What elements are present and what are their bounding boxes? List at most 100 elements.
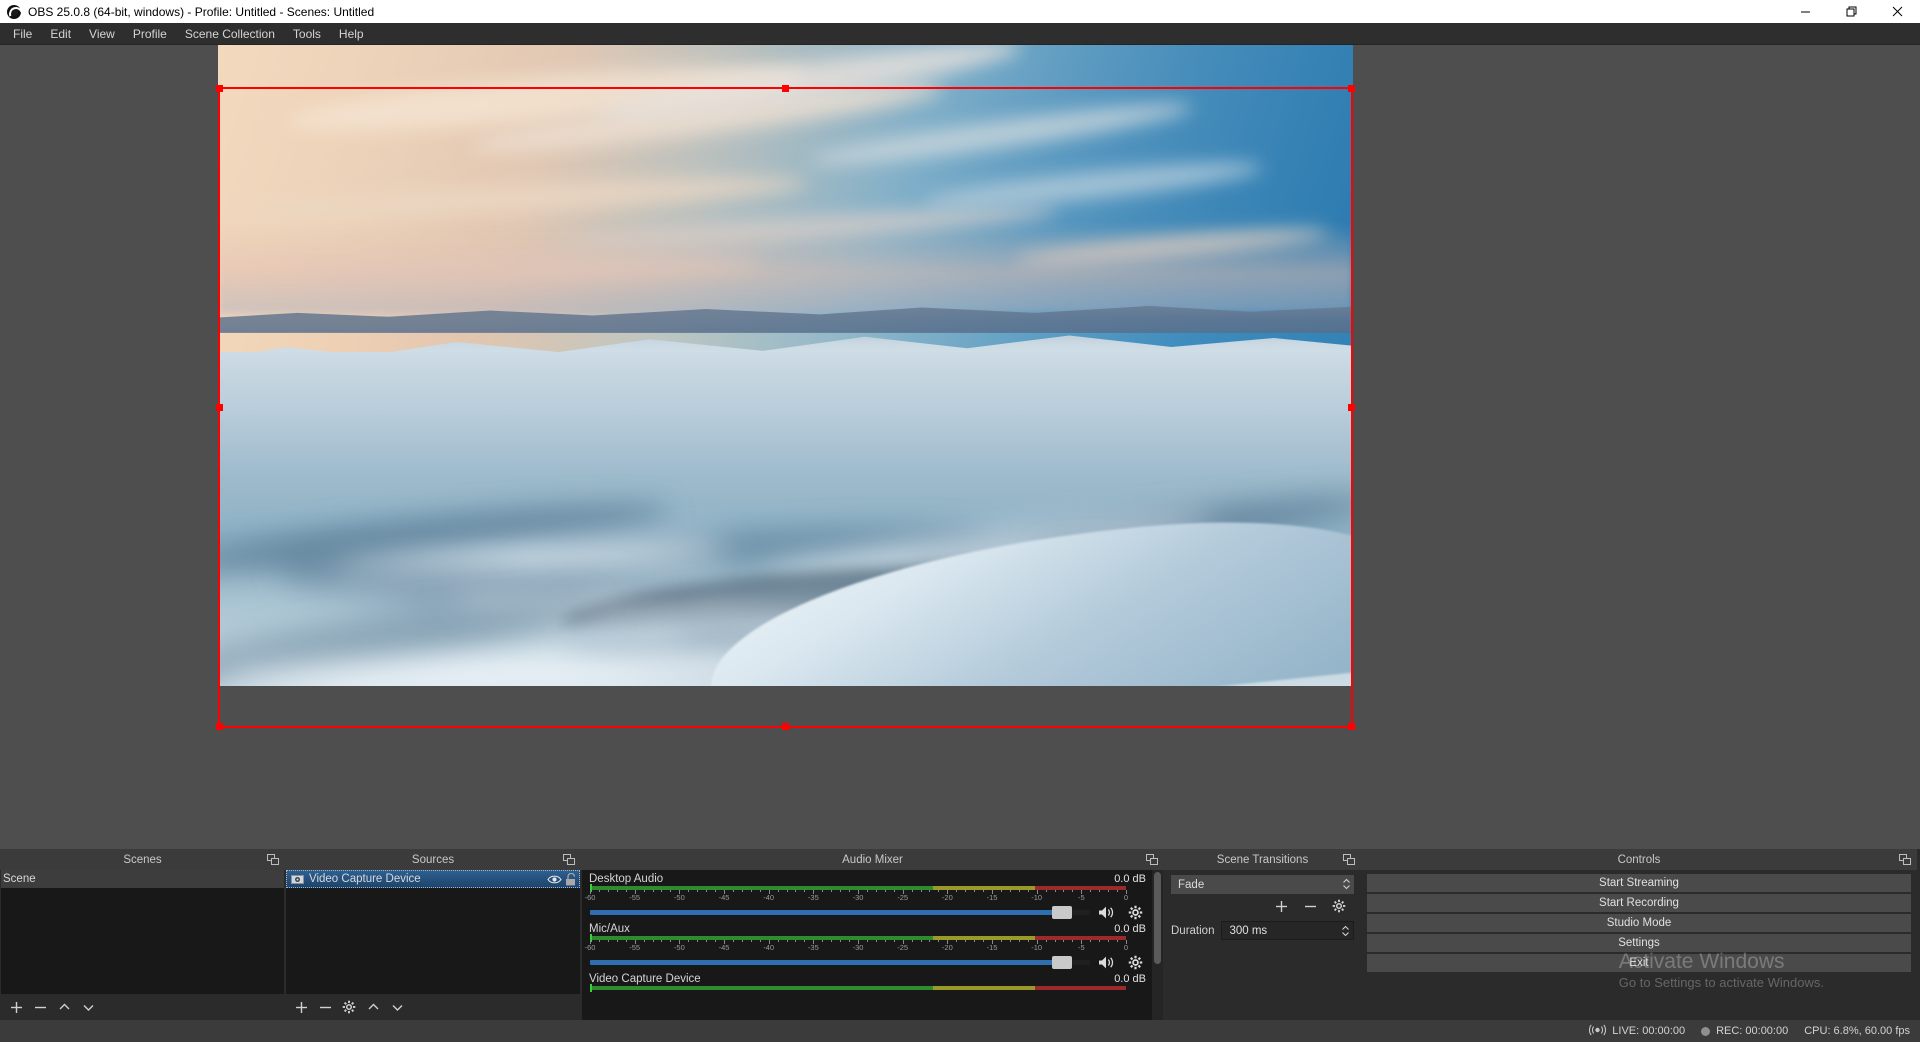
list-item[interactable]: Video Capture Device — [286, 870, 580, 888]
start-recording-button[interactable]: Start Recording — [1367, 894, 1911, 912]
menu-item-tools[interactable]: Tools — [284, 24, 330, 44]
meter-tick-label: -60 — [584, 943, 596, 952]
chevron-up-icon[interactable] — [362, 996, 384, 1018]
meter-tick — [822, 890, 824, 892]
chevron-up-icon[interactable] — [53, 996, 75, 1018]
live-status-group: LIVE: 00:00:00 — [1589, 1024, 1685, 1039]
meter-tick — [697, 940, 699, 942]
volume-slider[interactable] — [590, 955, 1090, 969]
minus-icon[interactable] — [29, 996, 51, 1018]
meter-tick — [661, 940, 663, 942]
plus-icon[interactable] — [290, 996, 312, 1018]
meter-tick — [938, 890, 940, 892]
meter-tick — [777, 890, 779, 892]
meter-tick — [715, 890, 717, 892]
meter-tick — [884, 890, 886, 892]
undock-icon[interactable] — [1342, 853, 1355, 866]
gear-icon[interactable] — [1328, 895, 1350, 917]
undock-icon[interactable] — [562, 853, 575, 866]
resize-handle-bottom-left[interactable] — [216, 723, 223, 730]
minimize-icon[interactable] — [1782, 0, 1828, 23]
gear-icon[interactable] — [1124, 952, 1146, 972]
volume-slider-knob[interactable] — [1052, 905, 1072, 919]
plus-icon[interactable] — [1270, 895, 1292, 917]
speaker-icon[interactable] — [1096, 902, 1118, 922]
scenes-list[interactable]: Scene — [1, 870, 284, 994]
meter-tick — [625, 940, 627, 942]
meter-tick — [1009, 940, 1011, 942]
volume-slider-knob[interactable] — [1052, 955, 1072, 969]
restore-icon[interactable] — [1828, 0, 1874, 23]
minus-icon[interactable] — [314, 996, 336, 1018]
mixer-scrollbar[interactable] — [1152, 870, 1163, 1020]
settings-button[interactable]: Settings — [1367, 934, 1911, 952]
menu-item-edit[interactable]: Edit — [41, 24, 80, 44]
eye-icon[interactable] — [546, 874, 562, 885]
undock-icon[interactable] — [1145, 853, 1158, 866]
plus-icon[interactable] — [5, 996, 27, 1018]
speaker-icon[interactable] — [1096, 952, 1118, 972]
meter-tick — [1009, 890, 1011, 892]
chevron-updown-icon[interactable] — [1342, 877, 1351, 891]
menu-item-scene-collection[interactable]: Scene Collection — [176, 24, 284, 44]
minus-icon[interactable] — [1299, 895, 1321, 917]
meter-tick-label: -35 — [807, 893, 819, 902]
gear-icon[interactable] — [338, 996, 360, 1018]
meter-tick — [893, 940, 895, 942]
menu-item-help[interactable]: Help — [330, 24, 373, 44]
meter-tick — [1099, 940, 1101, 942]
meter-tick — [911, 890, 913, 892]
meter-tick — [974, 890, 976, 892]
meter-tick — [1000, 940, 1002, 942]
resize-handle-bottom-right[interactable] — [1348, 723, 1355, 730]
volume-meter — [590, 984, 1126, 992]
meter-tick-label: -50 — [673, 893, 685, 902]
meter-tick — [822, 940, 824, 942]
menu-item-view[interactable]: View — [80, 24, 124, 44]
spinner-arrows-icon[interactable] — [1341, 924, 1350, 938]
duration-input[interactable]: 300 ms — [1221, 921, 1354, 940]
mixer-channel: Mic/Aux 0.0 dB -60 -55 -50 -45 -40 -35 -30 -25-… — [584, 920, 1150, 970]
gear-icon[interactable] — [1124, 902, 1146, 922]
meter-tick — [920, 890, 922, 892]
meter-tick — [1108, 890, 1110, 892]
meter-tick-label: -60 — [584, 893, 596, 902]
meter-tick — [795, 890, 797, 892]
sources-dock: Sources Video Capture Device — [285, 849, 581, 1020]
meter-tick — [688, 940, 690, 942]
scenes-dock: Scenes Scene — [0, 849, 285, 1020]
volume-slider[interactable] — [590, 905, 1090, 919]
controls-dock-title: Controls — [1617, 853, 1661, 866]
meter-tick — [706, 890, 708, 892]
sources-list[interactable]: Video Capture Device — [286, 870, 580, 994]
meter-tick — [688, 890, 690, 892]
mixer-scrollbar-thumb[interactable] — [1154, 872, 1161, 964]
meter-tick — [786, 940, 788, 942]
undock-icon[interactable] — [266, 853, 279, 866]
chevron-down-icon[interactable] — [386, 996, 408, 1018]
channel-db-value: 0.0 dB — [1114, 873, 1146, 885]
snowfield-layer — [218, 352, 1353, 686]
preview-area[interactable] — [0, 45, 1920, 849]
meter-tick — [1063, 940, 1065, 942]
meter-tick — [956, 940, 958, 942]
unlock-icon[interactable] — [562, 872, 578, 886]
meter-tick — [965, 890, 967, 892]
undock-icon[interactable] — [1898, 853, 1911, 866]
menu-item-file[interactable]: File — [4, 24, 41, 44]
start-streaming-button[interactable]: Start Streaming — [1367, 874, 1911, 892]
close-icon[interactable] — [1874, 0, 1920, 23]
studio-mode-button[interactable]: Studio Mode — [1367, 914, 1911, 932]
chevron-down-icon[interactable] — [77, 996, 99, 1018]
menu-item-profile[interactable]: Profile — [124, 24, 176, 44]
meter-tick — [741, 890, 743, 892]
transition-select[interactable]: Fade — [1171, 875, 1354, 894]
resize-handle-bottom-center[interactable] — [781, 723, 789, 730]
list-item[interactable]: Scene — [1, 870, 284, 888]
source-item-label: Video Capture Device — [309, 873, 421, 885]
meter-tick-label: -55 — [629, 893, 641, 902]
controls-dock: Controls Start Streaming Start Recording… — [1361, 849, 1917, 1020]
meter-tick — [643, 940, 645, 942]
exit-button[interactable]: Exit — [1367, 954, 1911, 972]
meter-tick — [786, 890, 788, 892]
